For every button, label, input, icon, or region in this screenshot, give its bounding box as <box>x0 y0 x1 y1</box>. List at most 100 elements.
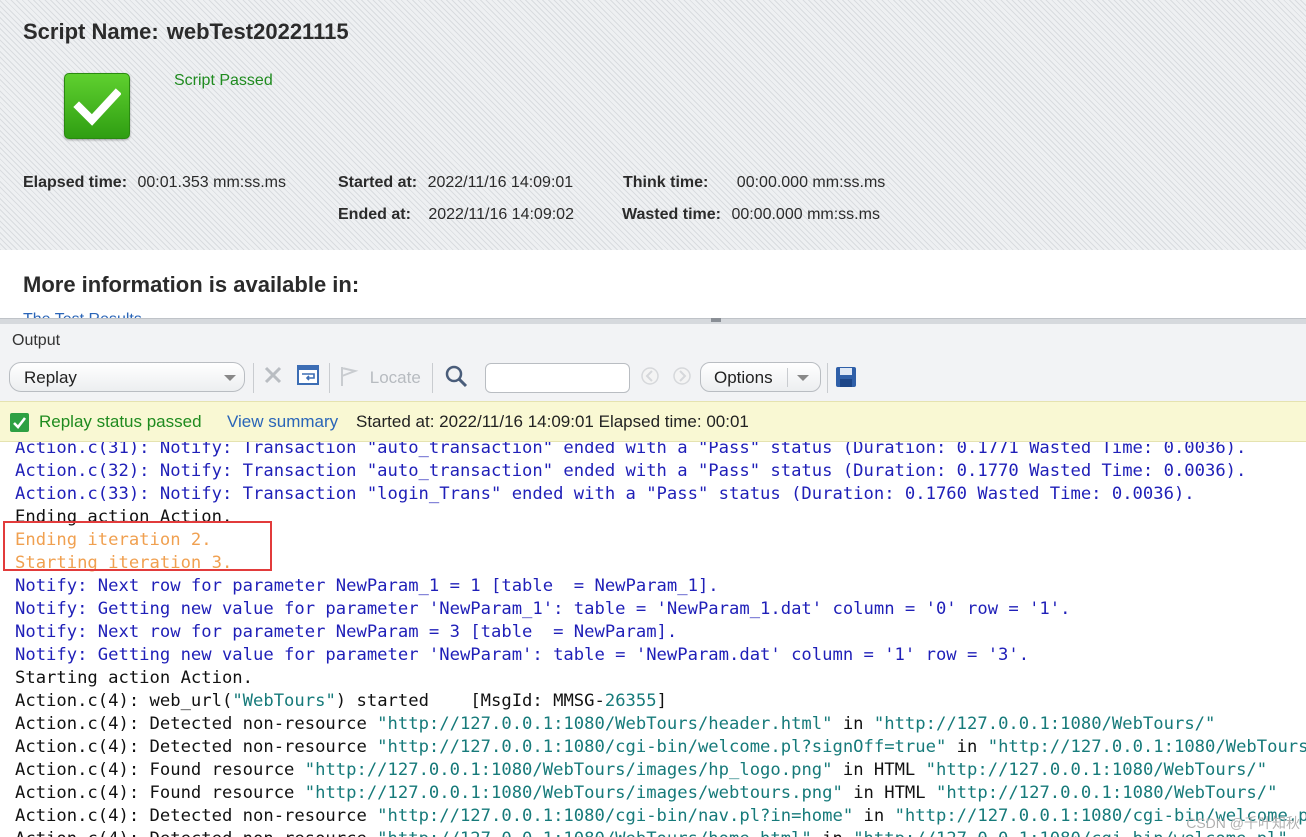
script-status: Script Passed <box>174 72 273 89</box>
log-line: Action.c(32): Notify: Transaction "auto_… <box>15 460 1246 483</box>
find-previous-button[interactable] <box>640 366 660 392</box>
find-next-icon <box>673 367 691 385</box>
locate-label: Locate <box>369 368 421 387</box>
log-line: Action.c(4): Detected non-resource "http… <box>15 736 1306 759</box>
log-line: Notify: Getting new value for parameter … <box>15 598 1070 621</box>
script-name: Script Name: webTest20221115 <box>23 19 349 45</box>
ended-at: Ended at: 2022/11/16 14:09:02 <box>338 206 574 224</box>
toolbar-separator <box>253 363 254 393</box>
started-at-value: 2022/11/16 14:09:01 <box>427 174 574 191</box>
more-info-section: More information is available in: The Te… <box>0 250 1306 322</box>
search-icon <box>445 365 468 388</box>
options-label: Options <box>714 368 773 387</box>
log-string: "http://127.0.0.1:1080/WebTours/" <box>873 714 1216 734</box>
ended-at-value: 2022/11/16 14:09:02 <box>428 206 574 223</box>
log-string: "http://127.0.0.1:1080/WebTours/header.h… <box>377 714 833 734</box>
log-text: Action.c(4): Detected non-resource <box>15 714 378 734</box>
started-at: Started at: 2022/11/16 14:09:01 <box>338 174 573 192</box>
log-line: Action.c(4): Found resource "http://127.… <box>15 759 1267 782</box>
log-text: Starting action Action. <box>15 668 253 688</box>
replay-log[interactable]: Action.c(31): Notify: Transaction "auto_… <box>0 442 1306 837</box>
log-text: Action.c(33): Notify: Transaction "login… <box>15 484 1195 504</box>
log-line: Notify: Getting new value for parameter … <box>15 644 1029 667</box>
elapsed-time: Elapsed time: 00:01.353 mm:ss.ms <box>23 174 286 192</box>
flag-icon <box>341 367 359 386</box>
log-line: Action.c(4): Detected non-resource "http… <box>15 828 1288 837</box>
log-string: "http://127.0.0.1:1080/WebTours/images/h… <box>304 760 833 780</box>
log-string: "http://127.0.0.1:1080/cgi-bin/welcome.p… <box>377 737 947 757</box>
log-line: Action.c(4): web_url("WebTours") started… <box>15 690 667 713</box>
log-text: Action.c(4): Found resource <box>15 760 305 780</box>
find-previous-icon <box>641 367 659 385</box>
log-text: in <box>946 737 988 757</box>
chevron-down-icon <box>224 375 236 381</box>
more-info-title: More information is available in: <box>23 272 360 297</box>
output-title: Output <box>12 332 61 349</box>
locate-button[interactable]: Locate <box>339 365 421 391</box>
log-text: in <box>812 829 853 837</box>
log-text: ] <box>656 691 667 711</box>
log-text: Action.c(31): Notify: Transaction "auto_… <box>15 442 1247 458</box>
find-input[interactable] <box>485 363 630 393</box>
script-name-value: webTest20221115 <box>166 19 349 44</box>
wrap-lines-button[interactable] <box>296 363 320 389</box>
chevron-down-icon <box>797 375 809 381</box>
log-line: Action.c(4): Detected non-resource "http… <box>15 713 1215 736</box>
started-at-label: Started at: <box>338 174 418 191</box>
watermark: CSDN @千叶知秋 <box>1186 815 1300 831</box>
save-output-button[interactable] <box>835 366 857 392</box>
log-text: in <box>853 806 895 826</box>
status-passed-check-icon <box>10 413 29 432</box>
log-text: Notify: Getting new value for parameter … <box>15 599 1071 619</box>
find-button[interactable] <box>444 364 468 390</box>
log-text: Notify: Getting new value for parameter … <box>15 645 1030 665</box>
wasted-time-label: Wasted time: <box>622 206 721 223</box>
log-line: Action.c(4): Detected non-resource "http… <box>15 805 1306 828</box>
log-string: "http://127.0.0.1:1080/WebTours/" <box>935 783 1278 803</box>
clear-button[interactable] <box>262 364 284 390</box>
log-string: "http://127.0.0.1:1080/WebTours/images/w… <box>304 783 843 803</box>
elapsed-time-label: Elapsed time: <box>23 174 128 191</box>
options-dropdown[interactable]: Options <box>700 362 821 392</box>
wrap-lines-icon <box>297 365 319 385</box>
dropdown-divider <box>787 368 788 387</box>
replay-timing-info: Started at: 2022/11/16 14:09:01 Elapsed … <box>356 412 749 431</box>
log-line: Notify: Next row for parameter NewParam_… <box>15 575 719 598</box>
log-string: 26355 <box>604 691 657 711</box>
report-summary: Script Name: webTest20221115 Script Passe… <box>0 0 1306 250</box>
log-text: Notify: Next row for parameter NewParam … <box>15 622 678 642</box>
toolbar-separator <box>329 363 330 393</box>
clear-x-icon <box>264 366 282 384</box>
iteration-highlight-box <box>3 521 272 571</box>
replay-status-bar: Replay status passed View summary Starte… <box>0 401 1306 442</box>
think-time: Think time: 00:00.000 mm:ss.ms <box>623 174 885 192</box>
log-text: Notify: Next row for parameter NewParam_… <box>15 576 719 596</box>
log-string: "http://127.0.0.1:1080/WebTours/" <box>925 760 1268 780</box>
log-string: "http://127.0.0.1:1080/cgi-bin/nav.pl?in… <box>377 806 854 826</box>
think-time-value: 00:00.000 mm:ss.ms <box>736 174 886 191</box>
log-text: in HTML <box>832 760 926 780</box>
toolbar-separator <box>432 363 433 393</box>
log-line: Action.c(4): Found resource "http://127.… <box>15 782 1277 805</box>
output-toolbar: Replay Locate Options <box>0 355 1306 401</box>
elapsed-time-value: 00:01.353 mm:ss.ms <box>137 174 286 191</box>
log-text: Action.c(32): Notify: Transaction "auto_… <box>15 461 1247 481</box>
output-mode-value: Replay <box>24 368 77 387</box>
output-mode-select[interactable]: Replay <box>9 362 245 392</box>
log-string: "http://127.0.0.1:1080/WebTours/home.htm… <box>377 829 812 837</box>
output-pane-header: Output <box>0 324 1306 355</box>
view-summary-link[interactable]: View summary <box>227 412 338 432</box>
log-text: in HTML <box>842 783 936 803</box>
log-text: ) started [MsgId: MMSG- <box>335 691 605 711</box>
find-next-button[interactable] <box>672 366 692 392</box>
log-string: "http://127.0.0.1:1080/WebTours/" <box>987 737 1306 757</box>
log-text: Action.c(4): Detected non-resource <box>15 806 378 826</box>
replay-status-text: Replay status passed <box>39 412 202 431</box>
log-text: Action.c(4): Detected non-resource <box>15 829 377 837</box>
ended-at-label: Ended at: <box>338 206 411 223</box>
wasted-time: Wasted time: 00:00.000 mm:ss.ms <box>622 206 880 224</box>
splitter-grip-icon[interactable] <box>711 318 721 322</box>
log-line: Notify: Next row for parameter NewParam … <box>15 621 677 644</box>
wasted-time-value: 00:00.000 mm:ss.ms <box>731 206 880 223</box>
log-string: "WebTours" <box>232 691 336 711</box>
